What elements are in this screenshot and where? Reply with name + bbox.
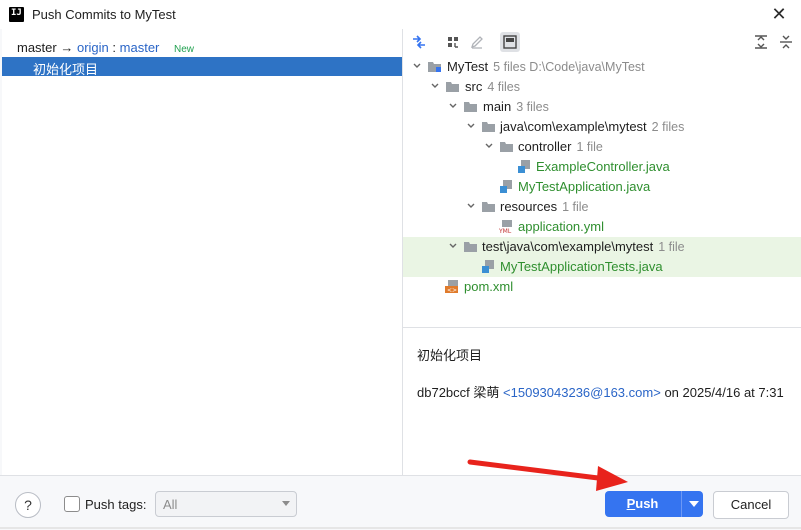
chevron-down-icon[interactable] [447,100,459,112]
remote-branch[interactable]: master [120,40,160,55]
push-tags-label: Push tags: [85,497,147,512]
svg-text:<>: <> [447,287,457,293]
dialog-footer: ? Push tags: All Push Cancel [0,475,801,530]
tree-node-label: application.yml [518,219,604,234]
tree-node-label: MyTestApplication.java [518,179,651,194]
chevron-down-icon [282,501,290,506]
preview-icon[interactable] [500,32,520,52]
push-tags-checkbox[interactable] [64,496,80,512]
svg-text:YML: YML [499,228,512,233]
java-file-icon [500,180,512,193]
tree-node-label: test\java\com\example\mytest 1 file [482,239,685,254]
tree-node-label: java\com\example\mytest 2 files [500,119,685,134]
tree-node-package[interactable]: test\java\com\example\mytest 1 file [403,237,801,257]
tree-node-package[interactable]: controller 1 file [403,137,801,157]
tree-node-label: src 4 files [465,79,520,94]
commit-details-title: 初始化项目 [417,348,483,363]
chevron-down-icon[interactable] [483,140,495,152]
tree-file-java[interactable]: MyTestApplicationTests.java [403,257,801,277]
chevron-down-icon[interactable] [429,80,441,92]
push-tags-value: All [163,497,178,512]
tree-file-yml[interactable]: YML application.yml [403,217,801,237]
remote-name[interactable]: origin [77,40,109,55]
module-folder-icon [428,62,441,72]
collapse-all-icon[interactable] [776,32,796,52]
intellij-app-icon: IJ [9,7,24,22]
chevron-down-icon[interactable] [465,200,477,212]
tree-node-folder[interactable]: resources 1 file [403,197,801,217]
commit-details-info: db72bccf 梁萌 <15093043236@163.com> on 202… [417,382,784,401]
push-button[interactable]: Push [605,491,703,517]
edit-icon[interactable] [467,32,487,52]
commit-author: 梁萌 [473,385,500,400]
tree-node-label: ExampleController.java [536,159,670,174]
tree-node-folder[interactable]: main 3 files [403,97,801,117]
branch-separator: : [112,40,117,55]
folder-icon [464,102,477,112]
tree-node-folder[interactable]: src 4 files [403,77,801,97]
local-branch: master [17,40,57,55]
tree-file-xml[interactable]: <> pom.xml [403,277,801,297]
push-commits-dialog: IJ Push Commits to MyTest ✕ master → ori… [0,0,801,530]
tree-file-java[interactable]: ExampleController.java [403,157,801,177]
cancel-button[interactable]: Cancel [713,491,789,519]
tree-node-package[interactable]: java\com\example\mytest 2 files [403,117,801,137]
compare-icon[interactable] [409,32,429,52]
folder-icon [500,142,513,152]
changes-pane: MyTest 5 files D:\Code\java\MyTest src 4 f… [403,29,801,475]
yml-file-icon: YML [499,220,514,233]
java-file-icon [482,260,494,273]
new-branch-badge: New [174,44,195,55]
group-by-icon[interactable] [443,32,463,52]
tree-node-label: MyTest 5 files D:\Code\java\MyTest [447,59,645,74]
push-button-label: Push [626,496,659,511]
tree-node-label: MyTestApplicationTests.java [500,259,663,274]
folder-icon [446,82,459,92]
tree-file-java[interactable]: MyTestApplication.java [403,177,801,197]
tree-node-module[interactable]: MyTest 5 files D:\Code\java\MyTest [403,57,801,77]
changes-toolbar [403,29,801,55]
commit-date: on 2025/4/16 at 7:31 [664,385,784,400]
tree-node-label: pom.xml [464,279,514,294]
title-bar: IJ Push Commits to MyTest ✕ [0,0,801,29]
folder-icon [464,242,477,252]
expand-all-icon[interactable] [751,32,771,52]
xml-file-icon: <> [445,280,458,293]
arrow-right-icon: → [60,40,74,55]
commit-row[interactable]: 初始化项目 [2,57,402,77]
details-divider [403,327,801,328]
push-button-divider [681,491,682,517]
chevron-down-icon[interactable] [447,240,459,252]
chevron-down-icon[interactable] [411,60,423,72]
chevron-down-icon[interactable] [465,120,477,132]
tree-node-label: resources 1 file [500,199,589,214]
branch-mapping: master → origin : master New [17,40,194,55]
close-icon[interactable]: ✕ [770,4,788,24]
author-email-link[interactable]: <15093043236@163.com> [503,385,661,400]
commit-message: 初始化项目 [33,62,99,77]
commit-hash: db72bccf [417,385,470,400]
tree-node-label: main 3 files [483,99,549,114]
help-button[interactable]: ? [15,492,41,518]
push-options-dropdown-icon[interactable] [689,501,699,507]
folder-icon [482,122,495,132]
commits-pane: master → origin : master New 初始化项目 [2,29,403,475]
tree-node-label: controller 1 file [518,139,603,154]
java-file-icon [518,160,530,173]
push-tags-select[interactable]: All [155,491,297,517]
folder-icon [482,202,495,212]
window-title: Push Commits to MyTest [32,7,176,22]
